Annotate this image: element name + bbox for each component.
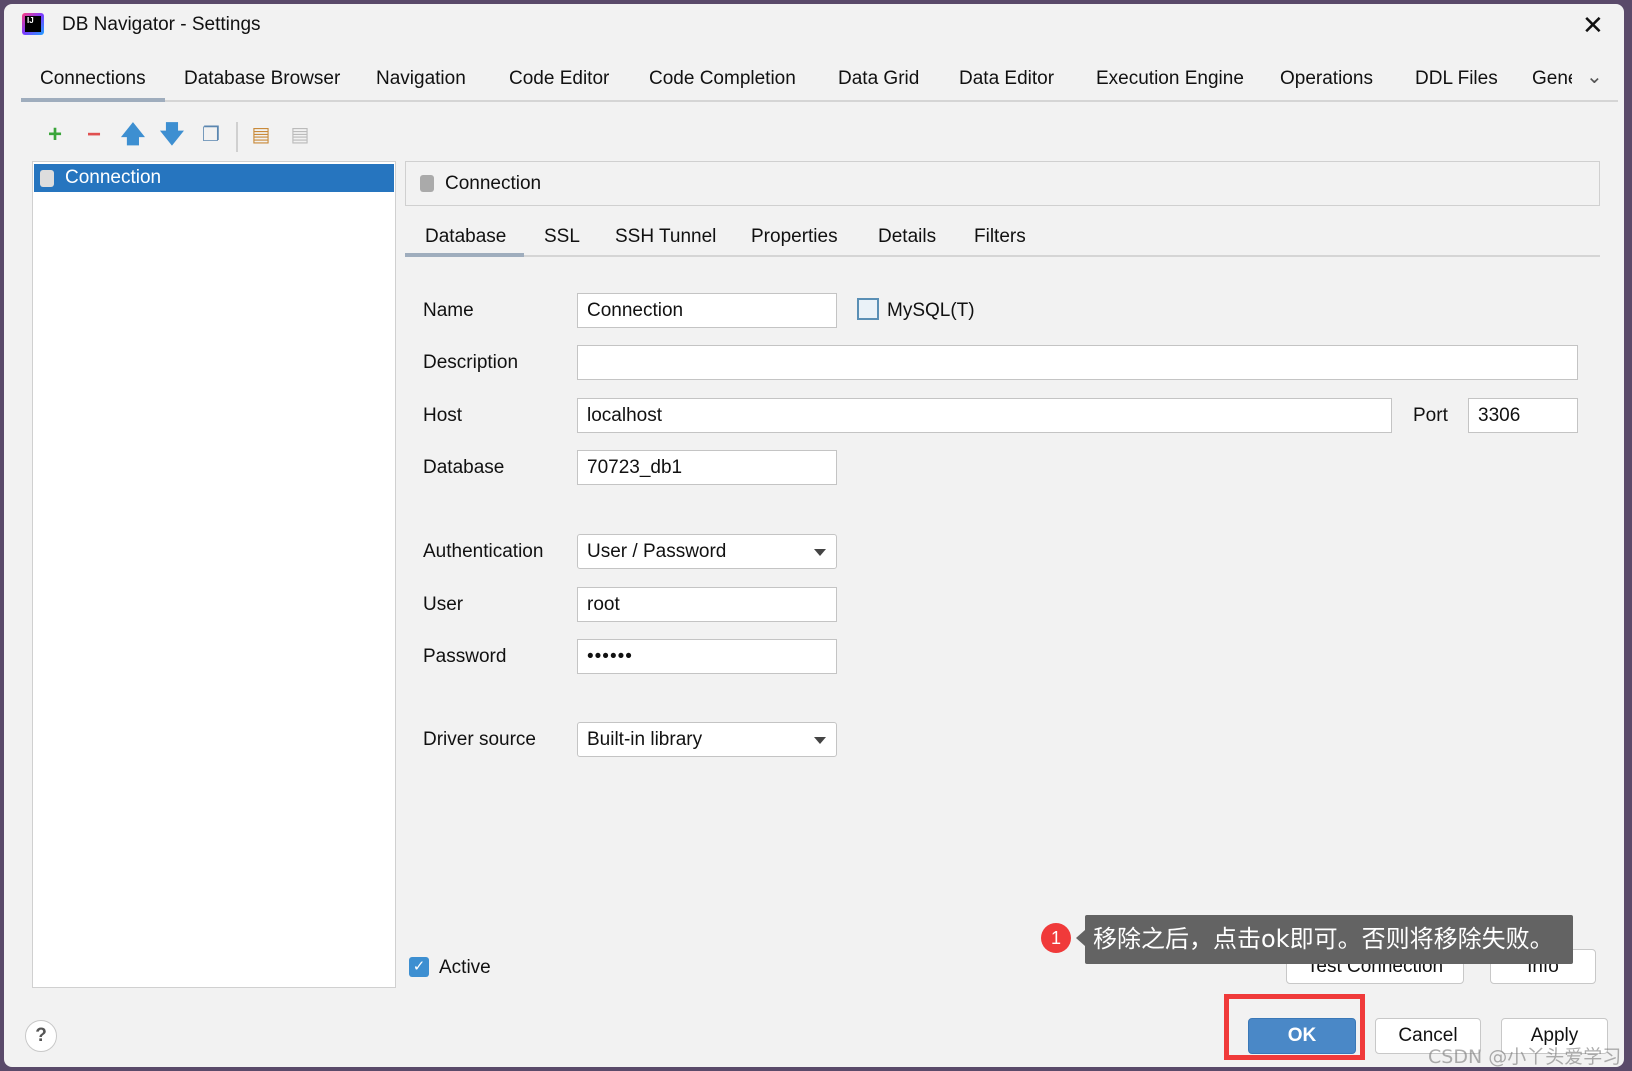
db-type-label: MySQL(T) bbox=[887, 300, 975, 321]
subtab-ssh-tunnel[interactable]: SSH Tunnel bbox=[615, 226, 716, 248]
description-label: Description bbox=[423, 352, 519, 373]
watermark: CSDN @小丫头爱学习 bbox=[1428, 1046, 1622, 1067]
subtab-filters[interactable]: Filters bbox=[974, 226, 1026, 248]
tab-data-editor[interactable]: Data Editor bbox=[959, 68, 1054, 90]
list-item-connection[interactable]: Connection bbox=[34, 164, 394, 192]
driver-source-label: Driver source bbox=[423, 729, 536, 750]
port-input[interactable]: 3306 bbox=[1468, 398, 1578, 433]
database-label: Database bbox=[423, 457, 505, 478]
app-icon: IJ bbox=[22, 13, 44, 35]
authentication-label: Authentication bbox=[423, 541, 544, 562]
move-down-icon[interactable]: 🡇 bbox=[159, 122, 185, 148]
host-input[interactable]: localhost bbox=[577, 398, 1392, 433]
password-label: Password bbox=[423, 646, 507, 667]
mysql-icon bbox=[857, 298, 879, 320]
host-label: Host bbox=[423, 405, 463, 426]
tab-code-editor[interactable]: Code Editor bbox=[509, 68, 609, 90]
dropdown-arrow-icon bbox=[814, 549, 826, 556]
database-icon bbox=[40, 170, 54, 187]
tab-data-grid[interactable]: Data Grid bbox=[838, 68, 919, 90]
database-icon bbox=[420, 175, 434, 192]
move-up-icon[interactable]: 🡅 bbox=[120, 122, 146, 148]
toolbar-separator bbox=[236, 122, 238, 152]
subtab-properties[interactable]: Properties bbox=[751, 226, 838, 248]
name-input[interactable]: Connection bbox=[577, 293, 837, 328]
list-item-label: Connection bbox=[65, 167, 162, 188]
active-label: Active bbox=[439, 957, 491, 978]
annotation-badge: 1 bbox=[1041, 923, 1071, 953]
add-icon[interactable]: + bbox=[42, 122, 68, 148]
copy-icon[interactable]: ❐ bbox=[198, 122, 224, 148]
tab-operations[interactable]: Operations bbox=[1280, 68, 1373, 90]
tab-connections[interactable]: Connections bbox=[40, 68, 146, 90]
driver-source-select[interactable]: Built-in library bbox=[577, 722, 837, 757]
ok-button[interactable]: OK bbox=[1248, 1018, 1356, 1054]
detail-header: Connection bbox=[405, 161, 1600, 206]
detail-title: Connection bbox=[445, 173, 542, 194]
help-button[interactable]: ? bbox=[25, 1020, 57, 1052]
tab-database-browser[interactable]: Database Browser bbox=[184, 68, 340, 90]
subtab-database[interactable]: Database bbox=[425, 226, 506, 248]
active-checkbox[interactable]: ✓ bbox=[409, 957, 429, 977]
database-input[interactable]: 70723_db1 bbox=[577, 450, 837, 485]
settings-dialog: IJ DB Navigator - Settings ✕ Connections… bbox=[4, 4, 1624, 1067]
user-label: User bbox=[423, 594, 464, 615]
tab-ddl-files[interactable]: DDL Files bbox=[1415, 68, 1498, 90]
close-icon[interactable]: ✕ bbox=[1582, 10, 1604, 41]
subtab-ssl[interactable]: SSL bbox=[544, 226, 580, 248]
dropdown-arrow-icon bbox=[814, 737, 826, 744]
authentication-select[interactable]: User / Password bbox=[577, 534, 837, 569]
active-tab-indicator bbox=[21, 98, 165, 102]
window-title: DB Navigator - Settings bbox=[62, 14, 261, 35]
tab-divider bbox=[25, 100, 1618, 102]
port-label: Port bbox=[1413, 405, 1448, 426]
tab-code-completion[interactable]: Code Completion bbox=[649, 68, 796, 90]
active-subtab-indicator bbox=[405, 253, 524, 257]
subtab-divider bbox=[405, 255, 1600, 257]
tab-general[interactable]: Gene bbox=[1532, 68, 1572, 90]
description-input[interactable] bbox=[577, 345, 1578, 380]
tab-execution-engine[interactable]: Execution Engine bbox=[1096, 68, 1244, 90]
password-input[interactable]: •••••• bbox=[577, 639, 837, 674]
annotation-tooltip: 移除之后，点击ok即可。否则将移除失败。 bbox=[1085, 915, 1573, 964]
subtab-details[interactable]: Details bbox=[878, 226, 936, 248]
remove-icon[interactable]: − bbox=[81, 122, 107, 148]
export-icon[interactable]: ▤ bbox=[248, 122, 274, 148]
chevron-down-icon[interactable]: ⌄ bbox=[1586, 64, 1603, 89]
connections-list: Connection bbox=[32, 161, 396, 988]
annotation-pointer bbox=[1076, 930, 1085, 946]
user-input[interactable]: root bbox=[577, 587, 837, 622]
driver-source-value: Built-in library bbox=[587, 729, 703, 750]
authentication-value: User / Password bbox=[587, 541, 727, 562]
tab-navigation[interactable]: Navigation bbox=[376, 68, 466, 90]
name-label: Name bbox=[423, 300, 474, 321]
import-icon[interactable]: ▤ bbox=[287, 122, 313, 148]
